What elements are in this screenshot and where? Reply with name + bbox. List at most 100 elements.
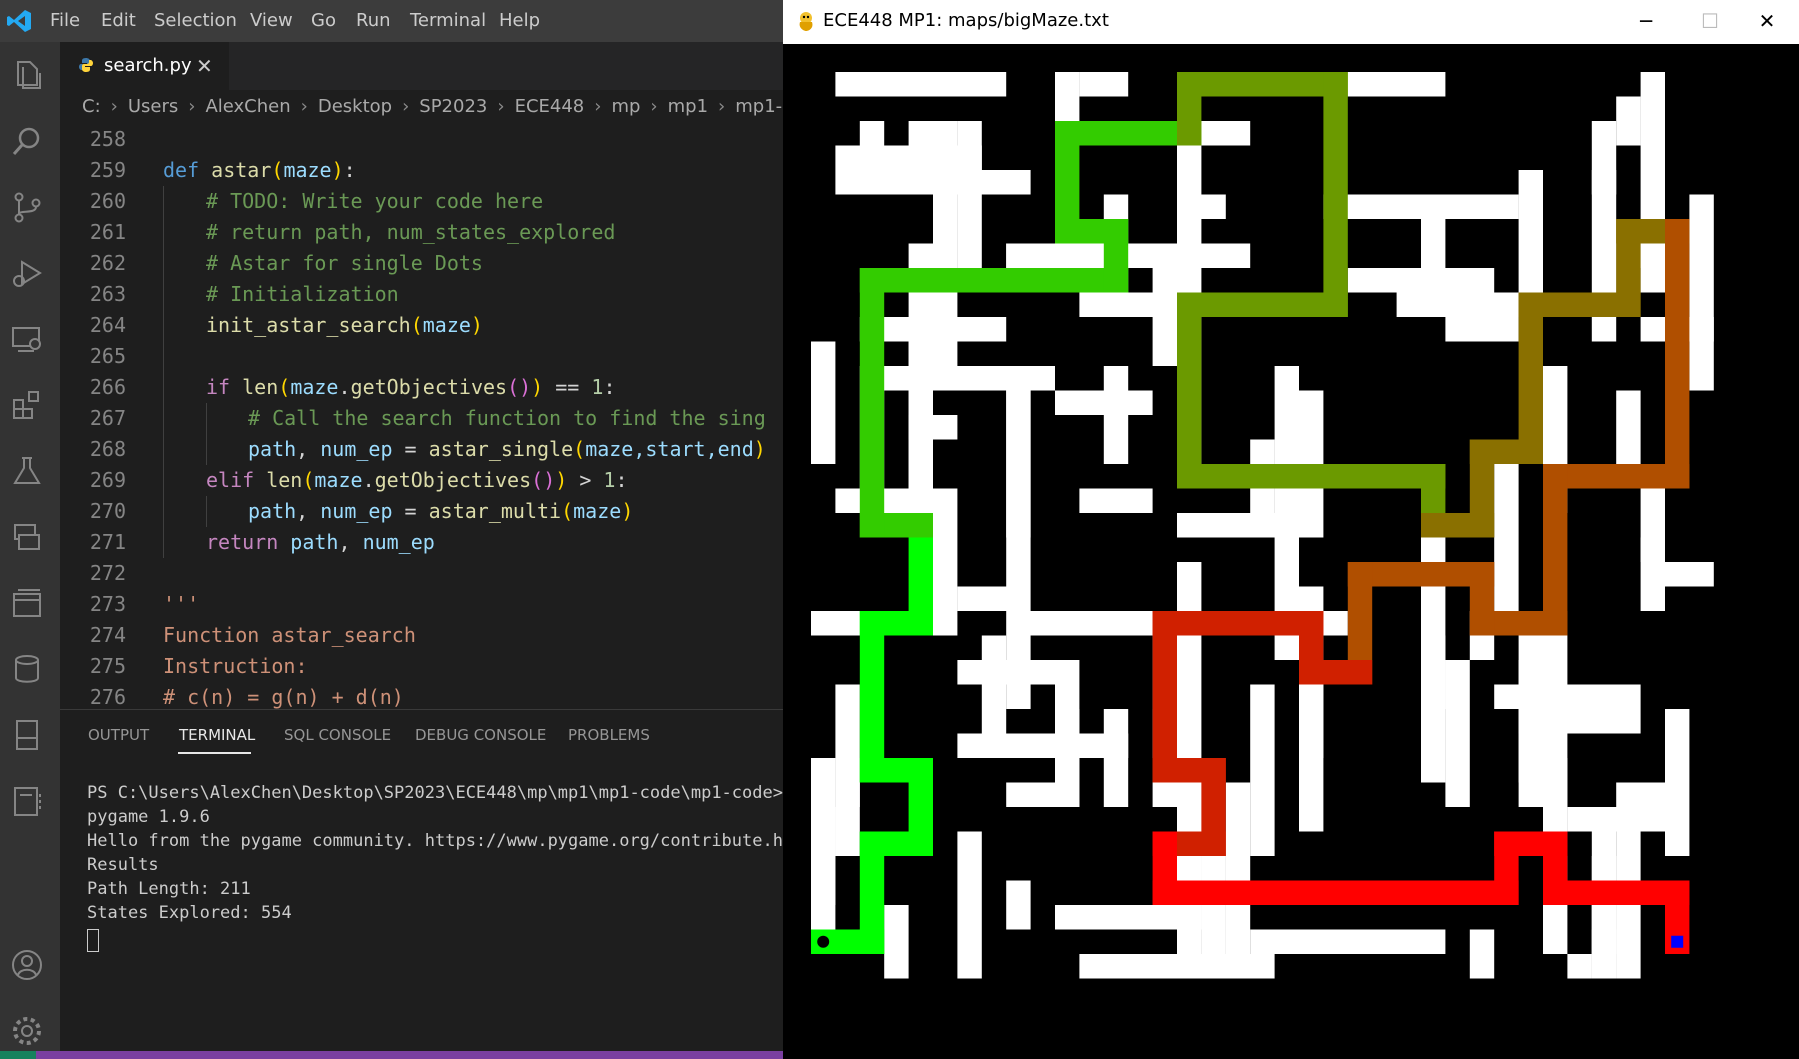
breadcrumb-item[interactable]: mp1-code (735, 90, 783, 124)
breadcrumb-item[interactable]: AlexChen (205, 90, 290, 124)
notebook-icon[interactable] (10, 784, 44, 818)
tab-terminal[interactable]: TERMINAL (179, 726, 255, 744)
menu-selection[interactable]: Selection (154, 0, 237, 42)
database-icon[interactable] (10, 520, 44, 554)
path-segment (1152, 880, 1519, 905)
code-line: 261 # return path, num_states_explored (60, 217, 783, 248)
path-segment (859, 268, 885, 538)
menu-run[interactable]: Run (356, 0, 391, 42)
code-string: # c(n) = g(n) + d(n) (163, 685, 404, 709)
terminal-line: Path Length: 211 (87, 879, 251, 899)
tab-output[interactable]: OUTPUT (88, 726, 149, 744)
menu-file[interactable]: File (50, 0, 80, 42)
indent-guide (163, 279, 164, 310)
code-editor[interactable]: 258 259 def astar(maze): 260 # TODO: Write… (60, 124, 783, 709)
book-icon[interactable] (10, 718, 44, 752)
code-line: 266 if len(maze.getObjectives()) == 1: (60, 372, 783, 403)
sql-icon[interactable] (10, 652, 44, 686)
maze-corridor (1006, 390, 1031, 587)
search-icon[interactable] (10, 124, 44, 158)
run-debug-icon[interactable] (10, 256, 44, 290)
extensions-icon[interactable] (10, 388, 44, 422)
chevron-right-icon: › (300, 96, 308, 117)
code-comment: # TODO: Write your code here (206, 189, 544, 213)
tab-close-icon[interactable]: ✕ (196, 42, 213, 90)
tab-label: search.py (104, 55, 192, 76)
menu-help[interactable]: Help (499, 0, 540, 42)
tab-sql-console[interactable]: SQL CONSOLE (284, 726, 391, 744)
line-number: 271 (89, 530, 126, 554)
tab-search-py[interactable]: search.py ✕ (60, 42, 229, 90)
code-string: Instruction: (163, 654, 308, 678)
account-icon[interactable] (10, 948, 44, 982)
maze-corridor (1640, 243, 1665, 293)
settings-gear-icon[interactable] (10, 1014, 44, 1048)
code-text: def astar(maze): (163, 158, 356, 182)
line-number: 267 (89, 406, 126, 430)
maze-corridor (1323, 194, 1519, 219)
path-segment (859, 611, 885, 783)
maze-corridor (1396, 292, 1519, 317)
code-text: return path, num_ep (206, 530, 435, 554)
line-number: 272 (89, 561, 126, 585)
menu-terminal[interactable]: Terminal (410, 0, 486, 42)
breadcrumb-item[interactable]: mp1 (668, 90, 708, 124)
indent-guide (206, 403, 207, 434)
maze-corridor (1689, 194, 1714, 391)
tab-problems[interactable]: PROBLEMS (568, 726, 650, 744)
bottom-panel: OUTPUT TERMINAL SQL CONSOLE DEBUG CONSOL… (60, 709, 803, 1052)
maze-corridor (1616, 782, 1665, 807)
maze-corridor (835, 488, 958, 513)
indent-guide (163, 217, 164, 248)
breadcrumb-item[interactable]: mp (611, 90, 640, 124)
indent-guide (163, 186, 164, 217)
close-button[interactable]: ✕ (1735, 0, 1799, 42)
explorer-icon[interactable] (10, 58, 44, 92)
line-number: 275 (89, 654, 126, 678)
maze-corridor (1665, 709, 1690, 856)
indent-guide (163, 527, 164, 558)
start-dot (817, 935, 830, 948)
code-comment: # Initialization (206, 282, 399, 306)
maze-corridor (1494, 464, 1519, 636)
code-line: 271 return path, num_ep (60, 527, 783, 558)
code-comment: # Call the search function to find the s… (248, 406, 766, 430)
menu-view[interactable]: View (250, 0, 293, 42)
panel-layout-icon[interactable] (10, 586, 44, 620)
remote-explorer-icon[interactable] (10, 322, 44, 356)
maze-drawing (811, 72, 1714, 979)
maze-corridor (1567, 807, 1665, 832)
chevron-right-icon: › (402, 96, 410, 117)
breadcrumb-item[interactable]: ECE448 (515, 90, 585, 124)
code-line: 268 path, num_ep = astar_single(maze,star… (60, 434, 783, 465)
terminal-cursor[interactable] (87, 929, 99, 952)
path-segment (1665, 219, 1690, 489)
menu-go[interactable]: Go (311, 0, 336, 42)
maze-corridor (1469, 929, 1495, 979)
tab-debug-console[interactable]: DEBUG CONSOLE (415, 726, 546, 744)
line-number: 260 (89, 189, 126, 213)
maze-corridor (1567, 954, 1592, 979)
breadcrumb-item[interactable]: C: (82, 90, 101, 124)
maximize-button[interactable]: ☐ (1678, 0, 1742, 42)
maze-corridor (1177, 513, 1299, 538)
breadcrumb-item[interactable]: Desktop (318, 90, 392, 124)
maze-corridor (1616, 96, 1641, 146)
breadcrumb-item[interactable]: Users (128, 90, 178, 124)
menu-edit[interactable]: Edit (101, 0, 136, 42)
line-number: 263 (89, 282, 126, 306)
breadcrumb-item[interactable]: SP2023 (419, 90, 487, 124)
maze-corridor (1201, 856, 1226, 979)
testing-icon[interactable] (10, 454, 44, 488)
chevron-right-icon: › (594, 96, 602, 117)
maze-corridor (1421, 513, 1446, 709)
remote-indicator[interactable] (0, 1051, 36, 1059)
indent-guide (163, 248, 164, 279)
source-control-icon[interactable] (10, 190, 44, 224)
line-number: 276 (89, 685, 126, 709)
maze-corridor (1518, 170, 1543, 293)
minimize-button[interactable]: ─ (1614, 0, 1678, 42)
line-number: 259 (89, 158, 126, 182)
maze-corridor (1250, 758, 1275, 856)
code-text: elif len(maze.getObjectives()) > 1: (206, 468, 628, 492)
